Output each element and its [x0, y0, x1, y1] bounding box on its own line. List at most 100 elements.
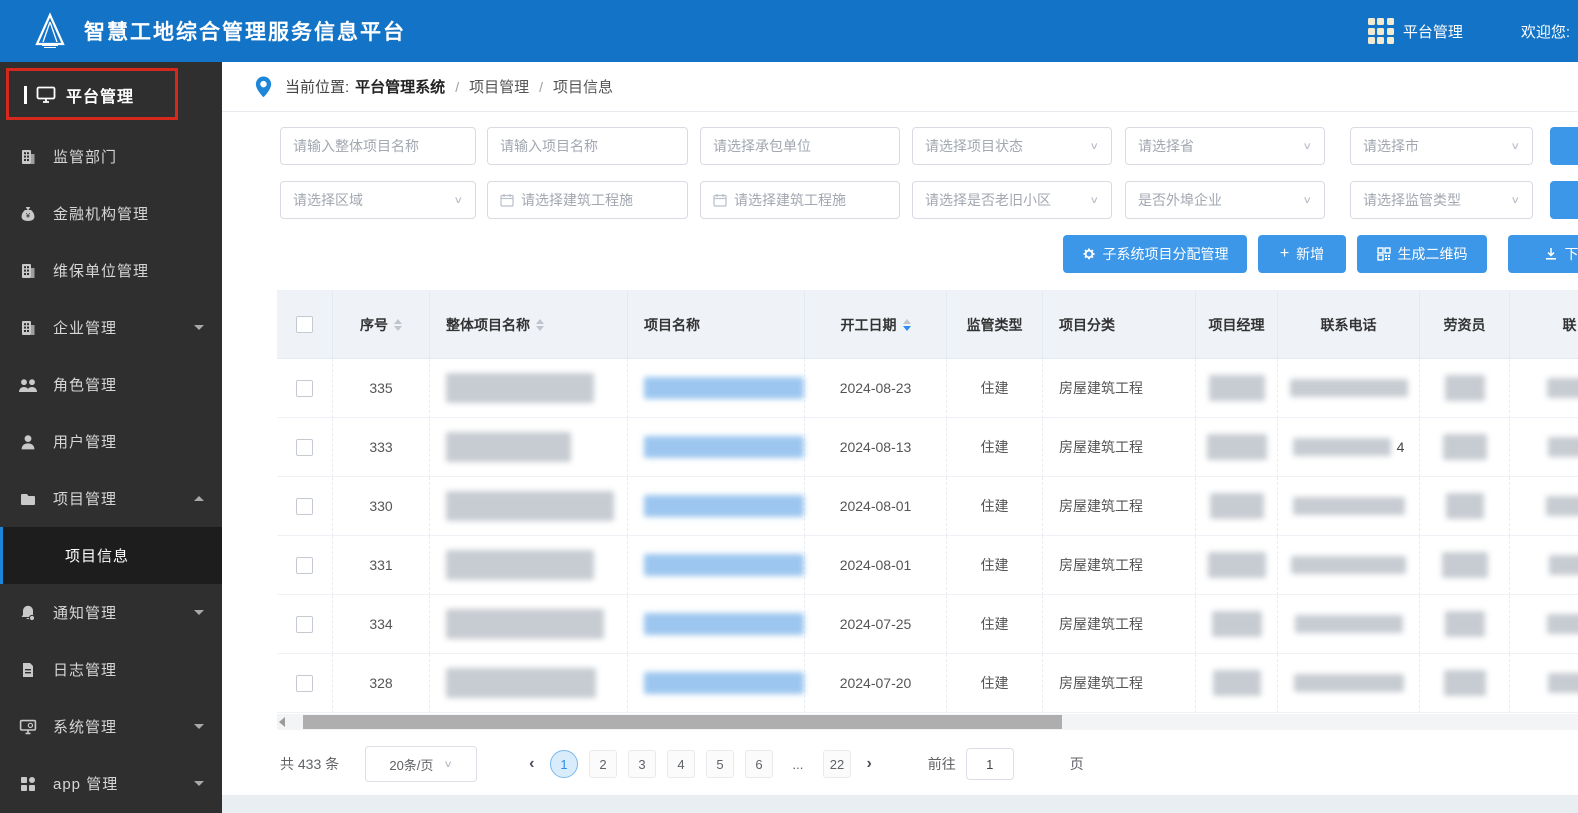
select-field[interactable]: 请选择区域 ∨: [280, 181, 476, 219]
cell: [430, 654, 628, 713]
text-input[interactable]: 请输入整体项目名称: [280, 127, 476, 165]
goto-page-input[interactable]: [965, 748, 1014, 780]
cell: [1278, 359, 1420, 418]
labor-officer-redacted: [1444, 611, 1485, 637]
cell: [628, 654, 805, 713]
cell: [628, 536, 805, 595]
select-field[interactable]: 请选择是否老旧小区 ∨: [912, 181, 1112, 219]
sort-icon[interactable]: [394, 318, 402, 331]
select-field[interactable]: 请选择市 ∨: [1350, 127, 1533, 165]
sidebar-item-label: 项目管理: [53, 491, 118, 508]
row-checkbox[interactable]: [296, 556, 313, 574]
cell: [1196, 418, 1278, 477]
cell: [628, 595, 805, 654]
sidebar-item-moneybag[interactable]: ¥ 金融机构管理: [0, 185, 222, 242]
row-checkbox[interactable]: [296, 497, 313, 515]
breadcrumb-item-project-info[interactable]: 项目信息: [553, 76, 613, 97]
project-name-link-redacted[interactable]: [644, 436, 804, 458]
row-checkbox[interactable]: [296, 379, 313, 397]
sidebar-item-label: 金融机构管理: [53, 206, 150, 223]
project-name-link-redacted[interactable]: [644, 554, 804, 576]
placeholder-text: 请选择建筑工程施: [734, 192, 846, 208]
cell: 房屋建筑工程: [1043, 654, 1196, 713]
download-button[interactable]: 下载: [1508, 235, 1578, 273]
sidebar-section-platform[interactable]: 平台管理: [0, 70, 222, 120]
project-name-link-redacted[interactable]: [644, 377, 804, 399]
sidebar-item-log[interactable]: 日志管理: [0, 641, 222, 698]
add-button[interactable]: + 新增: [1258, 235, 1346, 273]
apps-grid-icon[interactable]: [1367, 18, 1394, 44]
text-input[interactable]: 请输入项目名称: [487, 127, 688, 165]
search-button-cropped[interactable]: [1550, 127, 1578, 165]
page-number[interactable]: 2: [588, 750, 617, 778]
sidebar-item-people[interactable]: 角色管理: [0, 356, 222, 413]
table-row: 328 2024-07-20 住建 房屋建筑工程: [277, 654, 1578, 713]
select-field[interactable]: 请选择监管类型 ∨: [1350, 181, 1533, 219]
moneybag-icon: ¥: [18, 204, 38, 224]
select-field[interactable]: 请选择项目状态 ∨: [912, 127, 1112, 165]
chevron-down-icon: [194, 781, 204, 786]
sort-icon[interactable]: [902, 318, 911, 331]
cell: [1196, 536, 1278, 595]
cell: [277, 536, 333, 595]
cell: [1196, 595, 1278, 654]
generate-qrcode-button[interactable]: 生成二维码: [1357, 235, 1487, 273]
column-header: 整体项目名称: [430, 291, 628, 359]
sidebar-item-building[interactable]: 维保单位管理: [0, 242, 222, 299]
page-number[interactable]: 22: [822, 750, 851, 778]
folder-icon: [18, 489, 38, 509]
prev-page-icon[interactable]: ‹: [529, 755, 534, 773]
row-checkbox[interactable]: [296, 674, 313, 692]
date-field[interactable]: 请选择建筑工程施: [700, 181, 900, 219]
next-page-icon[interactable]: ›: [866, 755, 871, 773]
row-checkbox[interactable]: [296, 615, 313, 633]
sidebar-item-appgrid[interactable]: app 管理: [0, 755, 222, 812]
top-platform-label[interactable]: 平台管理: [1403, 21, 1463, 42]
scrollbar-thumb[interactable]: [303, 715, 1062, 729]
select-field[interactable]: 请选择省 ∨: [1125, 127, 1325, 165]
breadcrumb-item-system[interactable]: 平台管理系统: [355, 76, 445, 97]
horizontal-scrollbar[interactable]: [277, 714, 1578, 730]
sidebar-item-bell[interactable]: 通知管理: [0, 584, 222, 641]
sidebar-item-building[interactable]: 企业管理: [0, 299, 222, 356]
page-size-value: 20条/页: [389, 757, 434, 773]
page-number[interactable]: 4: [666, 750, 695, 778]
sidebar-item-building[interactable]: 监管部门: [0, 128, 222, 185]
project-name-link-redacted[interactable]: [644, 495, 804, 517]
sidebar-item-user[interactable]: 用户管理: [0, 413, 222, 470]
search-button-cropped[interactable]: [1550, 181, 1578, 219]
subsystem-assign-button[interactable]: 子系统项目分配管理: [1063, 235, 1247, 273]
sort-icon[interactable]: [536, 318, 544, 331]
plus-icon: +: [1279, 245, 1290, 262]
page-number[interactable]: 6: [744, 750, 773, 778]
project-name-link-redacted[interactable]: [644, 613, 804, 635]
select-all-checkbox[interactable]: [296, 316, 313, 333]
cell: [1278, 654, 1420, 713]
row-checkbox[interactable]: [296, 438, 313, 456]
cell: [277, 595, 333, 654]
sidebar-item-label: 监管部门: [53, 149, 118, 166]
cell: [1278, 595, 1420, 654]
select-field[interactable]: 是否外埠企业 ∨: [1125, 181, 1325, 219]
cell: 住建: [947, 536, 1043, 595]
qrcode-icon: [1376, 247, 1391, 261]
sidebar-item-monitor[interactable]: 系统管理: [0, 698, 222, 755]
sidebar-subitem-project-info[interactable]: 项目信息: [0, 527, 222, 584]
placeholder-text: 请选择是否老旧小区: [925, 192, 1051, 208]
contact-redacted: [1546, 614, 1578, 634]
page-size-select[interactable]: 20条/页 ∨: [365, 746, 478, 782]
page-number[interactable]: 3: [627, 750, 656, 778]
chevron-down-icon: ∨: [443, 758, 453, 770]
date-field[interactable]: 请选择建筑工程施: [487, 181, 688, 219]
breadcrumb-item-project-mgmt[interactable]: 项目管理: [469, 76, 529, 97]
cell: 房屋建筑工程: [1043, 477, 1196, 536]
text-input[interactable]: 请选择承包单位: [700, 127, 900, 165]
project-manager-redacted: [1211, 611, 1262, 637]
contact-redacted: [1548, 555, 1578, 575]
cell: [628, 359, 805, 418]
sidebar-item-folder[interactable]: 项目管理: [0, 470, 222, 527]
cell: [1196, 359, 1278, 418]
page-number[interactable]: 1: [549, 750, 578, 778]
page-number[interactable]: 5: [705, 750, 734, 778]
project-name-link-redacted[interactable]: [644, 672, 804, 694]
